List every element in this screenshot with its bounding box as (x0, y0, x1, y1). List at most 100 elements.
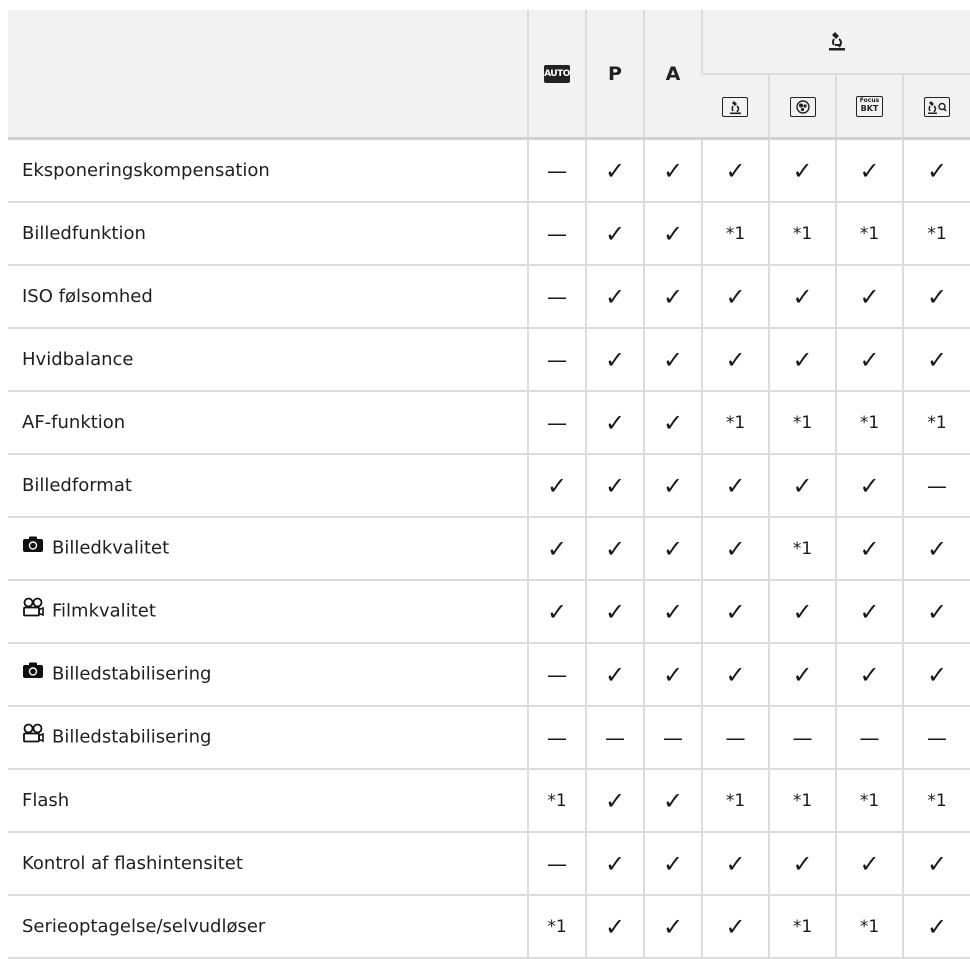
cell-auto-dash: — (527, 265, 586, 329)
cell-microscope-hdr-note: *1 (768, 769, 836, 833)
cell-a-check: ✓ (643, 265, 702, 329)
header-microscope-group (701, 10, 970, 75)
cell-microscope-hdr-check: ✓ (768, 328, 836, 392)
row-label-text: Filmkvalitet (52, 600, 156, 622)
header-microscope-hdr (768, 74, 836, 140)
cell-microscope-magnify-check: ✓ (902, 832, 970, 896)
table-row: Hvidbalance — ✓ ✓ ✓ ✓ ✓ ✓ (8, 328, 970, 392)
cell-microscope-note: *1 (701, 391, 769, 455)
cell-auto-dash: — (527, 391, 586, 455)
table-row: Filmkvalitet ✓ ✓ ✓ ✓ ✓ ✓ ✓ (8, 580, 970, 644)
cell-microscope-note: *1 (701, 202, 769, 266)
cell-p-check: ✓ (585, 391, 644, 455)
movie-icon (22, 597, 44, 622)
cell-microscope-check: ✓ (701, 265, 769, 329)
cell-focus-bkt-check: ✓ (835, 138, 903, 203)
cell-p-check: ✓ (585, 265, 644, 329)
row-label-text: Eksponeringskompensation (22, 160, 270, 181)
cell-microscope-magnify-check: ✓ (902, 580, 970, 644)
cell-a-dash: — (643, 706, 702, 770)
header-blank (8, 10, 528, 140)
cell-a-check: ✓ (643, 391, 702, 455)
cell-microscope-check: ✓ (701, 580, 769, 644)
camera-icon (22, 661, 44, 684)
movie-icon (22, 723, 44, 748)
cell-focus-bkt-check: ✓ (835, 517, 903, 581)
microscope-hdr-icon (789, 96, 816, 117)
cell-microscope-magnify-dash: — (902, 706, 970, 770)
cell-microscope-note: *1 (701, 769, 769, 833)
table-row: Billedstabilisering — — — — — — — (8, 706, 970, 770)
cell-a-check: ✓ (643, 517, 702, 581)
cell-a-check: ✓ (643, 769, 702, 833)
cell-microscope-check: ✓ (701, 517, 769, 581)
row-label-text: Billedfunktion (22, 223, 146, 244)
table-row: Billedstabilisering — ✓ ✓ ✓ ✓ ✓ ✓ (8, 643, 970, 707)
cell-microscope-hdr-note: *1 (768, 391, 836, 455)
cell-p-dash: — (585, 706, 644, 770)
table-row: Flash *1 ✓ ✓ *1 *1 *1 *1 (8, 769, 970, 833)
cell-auto-dash: — (527, 138, 586, 203)
cell-microscope-magnify-note: *1 (902, 391, 970, 455)
cell-focus-bkt-note: *1 (835, 202, 903, 266)
cell-microscope-magnify-check: ✓ (902, 265, 970, 329)
cell-microscope-hdr-note: *1 (768, 202, 836, 266)
table-row: Billedkvalitet ✓ ✓ ✓ ✓ *1 ✓ ✓ (8, 517, 970, 581)
cell-auto-check: ✓ (527, 454, 586, 518)
focus-bkt-icon: Focus BKT (856, 96, 883, 117)
cell-p-check: ✓ (585, 517, 644, 581)
cell-auto-note: *1 (527, 769, 586, 833)
header-microscope-mode (702, 74, 769, 140)
cell-microscope-check: ✓ (701, 454, 769, 518)
cell-focus-bkt-note: *1 (835, 391, 903, 455)
cell-p-check: ✓ (585, 643, 644, 707)
row-label: AF-funktion (8, 391, 528, 455)
cell-a-check: ✓ (643, 202, 702, 266)
row-label-text: Billedkvalitet (52, 537, 170, 559)
cell-microscope-hdr-check: ✓ (768, 643, 836, 707)
row-label: Billedstabilisering (8, 643, 528, 707)
cell-auto-dash: — (527, 643, 586, 707)
cell-microscope-magnify-note: *1 (902, 769, 970, 833)
cell-focus-bkt-check: ✓ (835, 580, 903, 644)
row-label-text: Kontrol af flashintensitet (22, 853, 243, 874)
camera-icon (22, 535, 44, 558)
cell-auto-dash: — (527, 202, 586, 266)
row-label-text: Flash (22, 790, 70, 811)
settings-availability-table: AUTO P A Focus BKT Eksponeringskompensat… (8, 10, 970, 959)
cell-microscope-check: ✓ (701, 643, 769, 707)
cell-microscope-hdr-note: *1 (768, 517, 836, 581)
row-label: Filmkvalitet (8, 580, 528, 644)
cell-microscope-hdr-check: ✓ (768, 454, 836, 518)
cell-a-check: ✓ (643, 832, 702, 896)
cell-microscope-dash: — (701, 706, 769, 770)
microscope-magnify-icon (924, 96, 950, 117)
cell-microscope-check: ✓ (701, 328, 769, 392)
row-label: Billedstabilisering (8, 706, 528, 770)
header-a: A (643, 10, 702, 140)
cell-focus-bkt-check: ✓ (835, 832, 903, 896)
cell-auto-dash: — (527, 706, 586, 770)
auto-mode-icon: AUTO (544, 65, 570, 83)
microscope-mode-icon (722, 96, 748, 117)
row-label-text: Billedformat (22, 475, 132, 496)
table-row: Billedformat ✓ ✓ ✓ ✓ ✓ ✓ — (8, 454, 970, 518)
cell-p-check: ✓ (585, 328, 644, 392)
cell-auto-check: ✓ (527, 517, 586, 581)
row-label-text: Billedstabilisering (52, 726, 212, 748)
cell-focus-bkt-check: ✓ (835, 265, 903, 329)
cell-p-check: ✓ (585, 454, 644, 518)
header-focus-bkt: Focus BKT (835, 74, 903, 140)
cell-auto-dash: — (527, 328, 586, 392)
cell-p-check: ✓ (585, 769, 644, 833)
cell-p-check: ✓ (585, 138, 644, 203)
row-label-text: AF-funktion (22, 412, 126, 433)
cell-a-check: ✓ (643, 138, 702, 203)
cell-microscope-magnify-check: ✓ (902, 517, 970, 581)
row-label: ISO følsomhed (8, 265, 528, 329)
cell-focus-bkt-check: ✓ (835, 328, 903, 392)
header-auto: AUTO (527, 10, 586, 140)
row-label: Billedkvalitet (8, 517, 528, 581)
table-row: Kontrol af flashintensitet — ✓ ✓ ✓ ✓ ✓ ✓ (8, 832, 970, 896)
header-microscope-magnify (902, 74, 970, 140)
